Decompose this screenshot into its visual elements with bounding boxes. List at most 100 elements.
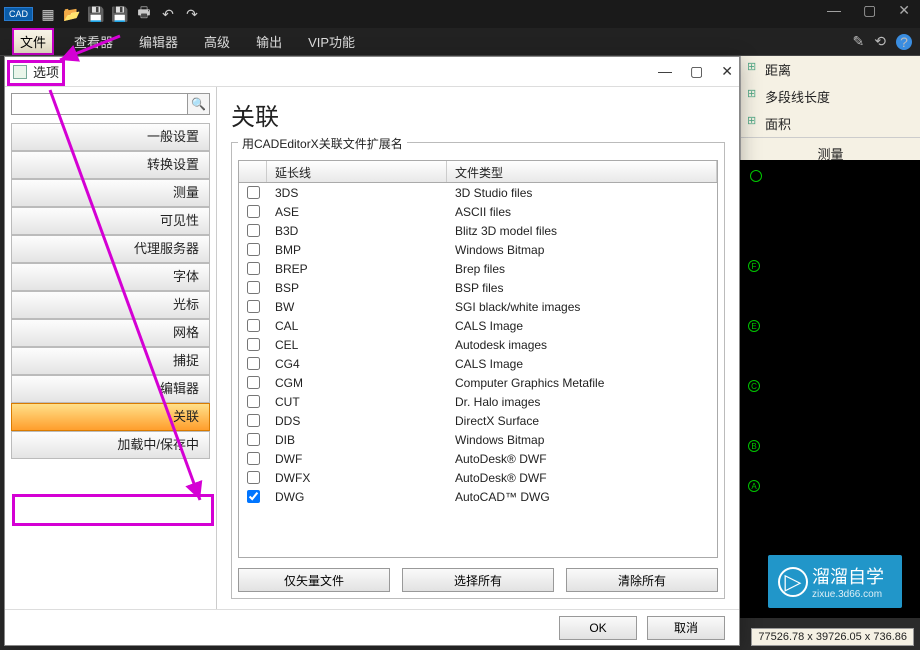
- search-input[interactable]: [11, 93, 188, 115]
- clear-all-button[interactable]: 清除所有: [566, 568, 718, 592]
- marker-icon: [750, 170, 762, 182]
- options-sidebar: 🔍 一般设置转换设置测量可见性代理服务器字体光标网格捕捉编辑器关联加载中/保存中: [5, 87, 217, 609]
- table-row[interactable]: DDSDirectX Surface: [239, 411, 717, 430]
- row-type: ASCII files: [447, 205, 717, 219]
- menu-file[interactable]: 文件: [12, 28, 54, 55]
- sidebar-item-11[interactable]: 加载中/保存中: [11, 431, 210, 459]
- sidebar-item-0[interactable]: 一般设置: [11, 123, 210, 151]
- menu-vip[interactable]: VIP功能: [302, 30, 361, 53]
- open-icon[interactable]: 📂: [63, 5, 81, 23]
- row-ext: DWG: [267, 490, 447, 504]
- table-row[interactable]: BWSGI black/white images: [239, 297, 717, 316]
- row-checkbox[interactable]: [247, 243, 260, 256]
- print-icon[interactable]: 🖶: [135, 5, 153, 23]
- table-row[interactable]: CG4CALS Image: [239, 354, 717, 373]
- help-icon[interactable]: ?: [896, 34, 912, 50]
- drawing-canvas[interactable]: F E C B A: [740, 160, 920, 618]
- row-checkbox[interactable]: [247, 224, 260, 237]
- dialog-titlebar: 选项 — ▢ ✕: [5, 57, 739, 87]
- row-ext: BW: [267, 300, 447, 314]
- measure-distance[interactable]: 距离: [741, 56, 920, 83]
- row-checkbox[interactable]: [247, 205, 260, 218]
- marker-icon: A: [748, 480, 760, 492]
- col-extension[interactable]: 延长线: [267, 161, 447, 182]
- row-type: SGI black/white images: [447, 300, 717, 314]
- dialog-maximize-icon[interactable]: ▢: [690, 63, 703, 80]
- brush-icon[interactable]: ✎: [853, 33, 865, 50]
- menu-viewer[interactable]: 查看器: [68, 30, 119, 53]
- dialog-close-icon[interactable]: ✕: [721, 63, 733, 80]
- table-row[interactable]: DIBWindows Bitmap: [239, 430, 717, 449]
- table-row[interactable]: DWGAutoCAD™ DWG: [239, 487, 717, 506]
- row-type: AutoDesk® DWF: [447, 471, 717, 485]
- undo-icon[interactable]: ↶: [159, 5, 177, 23]
- row-checkbox[interactable]: [247, 395, 260, 408]
- row-checkbox[interactable]: [247, 414, 260, 427]
- table-row[interactable]: ASEASCII files: [239, 202, 717, 221]
- redo-icon[interactable]: ↷: [183, 5, 201, 23]
- vector-only-button[interactable]: 仅矢量文件: [238, 568, 390, 592]
- sidebar-item-5[interactable]: 字体: [11, 263, 210, 291]
- window-maximize-icon[interactable]: ▢: [857, 0, 882, 21]
- row-ext: DWFX: [267, 471, 447, 485]
- search-icon[interactable]: 🔍: [188, 93, 210, 115]
- window-close-icon[interactable]: ✕: [892, 0, 916, 21]
- sidebar-item-1[interactable]: 转换设置: [11, 151, 210, 179]
- row-checkbox[interactable]: [247, 262, 260, 275]
- sidebar-item-2[interactable]: 测量: [11, 179, 210, 207]
- row-checkbox[interactable]: [247, 186, 260, 199]
- marker-icon: F: [748, 260, 760, 272]
- row-checkbox[interactable]: [247, 319, 260, 332]
- dialog-minimize-icon[interactable]: —: [658, 63, 672, 80]
- row-ext: DDS: [267, 414, 447, 428]
- row-checkbox[interactable]: [247, 490, 260, 503]
- menu-output[interactable]: 输出: [250, 30, 288, 53]
- row-checkbox[interactable]: [247, 433, 260, 446]
- table-row[interactable]: BMPWindows Bitmap: [239, 240, 717, 259]
- measure-area[interactable]: 面积: [741, 110, 920, 137]
- row-ext: B3D: [267, 224, 447, 238]
- sidebar-item-10[interactable]: 关联: [11, 403, 210, 431]
- file-assoc-table[interactable]: 延长线 文件类型 3DS3D Studio filesASEASCII file…: [238, 160, 718, 558]
- new-icon[interactable]: ▦: [39, 5, 57, 23]
- select-all-button[interactable]: 选择所有: [402, 568, 554, 592]
- table-row[interactable]: CELAutodesk images: [239, 335, 717, 354]
- sidebar-item-4[interactable]: 代理服务器: [11, 235, 210, 263]
- table-row[interactable]: BREPBrep files: [239, 259, 717, 278]
- save-icon[interactable]: 💾: [87, 5, 105, 23]
- sidebar-item-8[interactable]: 捕捉: [11, 347, 210, 375]
- table-row[interactable]: 3DS3D Studio files: [239, 183, 717, 202]
- row-checkbox[interactable]: [247, 452, 260, 465]
- sidebar-item-6[interactable]: 光标: [11, 291, 210, 319]
- table-row[interactable]: DWFXAutoDesk® DWF: [239, 468, 717, 487]
- row-checkbox[interactable]: [247, 471, 260, 484]
- row-ext: DIB: [267, 433, 447, 447]
- sidebar-item-3[interactable]: 可见性: [11, 207, 210, 235]
- window-minimize-icon[interactable]: —: [821, 0, 847, 21]
- table-row[interactable]: DWFAutoDesk® DWF: [239, 449, 717, 468]
- table-row[interactable]: BSPBSP files: [239, 278, 717, 297]
- table-row[interactable]: CUTDr. Halo images: [239, 392, 717, 411]
- measure-polyline[interactable]: 多段线长度: [741, 83, 920, 110]
- ok-button[interactable]: OK: [559, 616, 637, 640]
- watermark-sub: zixue.3d66.com: [812, 589, 884, 600]
- row-checkbox[interactable]: [247, 376, 260, 389]
- sidebar-item-7[interactable]: 网格: [11, 319, 210, 347]
- table-row[interactable]: B3DBlitz 3D model files: [239, 221, 717, 240]
- table-row[interactable]: CGMComputer Graphics Metafile: [239, 373, 717, 392]
- row-type: CALS Image: [447, 319, 717, 333]
- row-checkbox[interactable]: [247, 300, 260, 313]
- refresh-icon[interactable]: ⟲: [874, 33, 886, 50]
- row-checkbox[interactable]: [247, 338, 260, 351]
- col-filetype[interactable]: 文件类型: [447, 161, 717, 182]
- row-checkbox[interactable]: [247, 281, 260, 294]
- save-all-icon[interactable]: 💾: [111, 5, 129, 23]
- menu-advanced[interactable]: 高级: [198, 30, 236, 53]
- menu-editor[interactable]: 编辑器: [133, 30, 184, 53]
- sidebar-item-9[interactable]: 编辑器: [11, 375, 210, 403]
- row-type: CALS Image: [447, 357, 717, 371]
- cancel-button[interactable]: 取消: [647, 616, 725, 640]
- table-row[interactable]: CALCALS Image: [239, 316, 717, 335]
- row-checkbox[interactable]: [247, 357, 260, 370]
- dialog-title: 选项: [33, 62, 59, 81]
